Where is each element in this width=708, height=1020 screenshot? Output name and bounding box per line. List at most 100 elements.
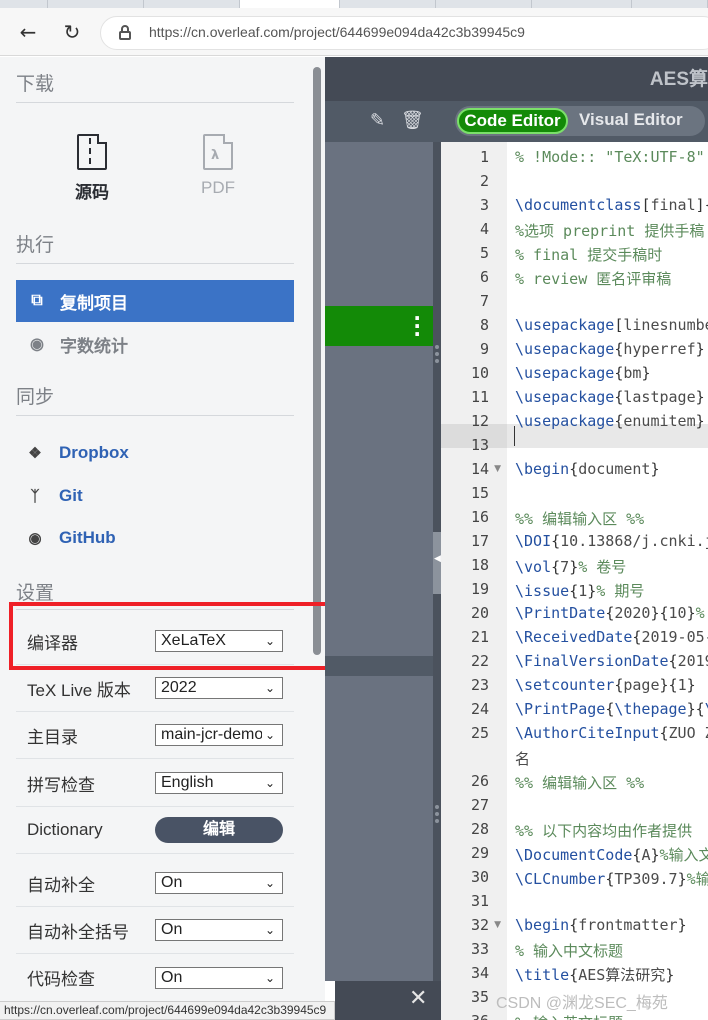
sync-github-button[interactable]: ◉ GitHub — [16, 520, 115, 556]
code-line[interactable]: \usepackage[linesnumbe — [515, 316, 708, 334]
code-line[interactable]: \DocumentCode{A}%输入文 — [515, 844, 708, 865]
line-number: 17 — [470, 532, 489, 550]
line-number: 30 — [470, 868, 489, 886]
panel-resizer[interactable]: ◀ — [433, 142, 441, 1020]
code-line[interactable]: \begin{document} — [515, 460, 660, 478]
code-line[interactable]: \vol{7}% 卷号 — [515, 556, 626, 577]
line-number: 27 — [470, 796, 489, 814]
close-icon[interactable]: ✕ — [409, 986, 427, 1011]
browser-tab[interactable] — [0, 0, 48, 8]
code-line[interactable]: \DOI{10.13868/j.cnki.j — [515, 532, 708, 550]
code-line[interactable]: \PrintDate{2020}{10}% — [515, 604, 705, 622]
browser-tab[interactable] — [436, 0, 532, 8]
chevron-down-icon: ⌄ — [262, 678, 278, 698]
code-line[interactable]: %选项 preprint 提供手稿 — [515, 220, 704, 241]
download-source-button[interactable]: 源码 — [52, 134, 132, 203]
line-number: 6 — [479, 268, 489, 286]
spell-check-select[interactable]: English ⌄ — [155, 772, 283, 794]
divider — [16, 609, 294, 610]
code-line[interactable]: \PrintPage{\thepage}{\ — [515, 700, 708, 718]
code-line[interactable]: \usepackage{enumitem} — [515, 412, 705, 430]
visual-editor-toggle[interactable]: Visual Editor — [579, 110, 683, 130]
code-editor[interactable]: % !Mode:: "TeX:UTF-8"\documentclass[fina… — [507, 142, 708, 1020]
code-line[interactable]: \issue{1}% 期号 — [515, 580, 644, 601]
sync-section-title: 同步 — [16, 387, 55, 408]
code-line[interactable]: % review 匿名评审稿 — [515, 268, 671, 289]
chevron-down-icon: ⌄ — [262, 631, 278, 651]
line-number-gutter: 1 2 3 4 5 6 7 8 9 10 11 12 13 14 ▼ 15 16 17 18 19 20 21 22 23 24… — [441, 142, 507, 1020]
main-document-select[interactable]: main-jcr-demo ⌄ — [155, 724, 283, 746]
collapse-panel-handle[interactable]: ◀ — [433, 532, 441, 594]
line-number: 7 — [479, 292, 489, 310]
browser-tab[interactable] — [144, 0, 240, 8]
code-line[interactable]: 名 — [515, 748, 530, 769]
download-pdf-button[interactable]: λ PDF — [178, 134, 258, 198]
texlive-version-value: 2022 — [161, 679, 197, 696]
trash-icon[interactable]: 🗑 — [401, 110, 424, 131]
main-document-value: main-jcr-demo — [161, 726, 264, 743]
line-number: 2 — [479, 172, 489, 190]
reload-button[interactable]: ↻ — [60, 20, 84, 44]
more-vertical-icon[interactable]: · · · — [413, 308, 421, 344]
code-line[interactable]: \usepackage{hyperref} — [515, 340, 705, 358]
line-number: 19 — [470, 580, 489, 598]
code-line[interactable]: \usepackage{lastpage} — [515, 388, 705, 406]
eye-icon: ◉ — [30, 336, 44, 353]
code-line[interactable]: \setcounter{page}{1} — [515, 676, 696, 694]
fold-arrow-icon[interactable]: ▼ — [494, 464, 501, 474]
code-line[interactable]: % 输入英文标题 — [515, 1012, 623, 1020]
file-outline — [325, 676, 433, 981]
code-line[interactable]: \begin{frontmatter} — [515, 916, 687, 934]
auto-close-brackets-select[interactable]: On ⌄ — [155, 919, 283, 941]
sync-dropbox-button[interactable]: ❖ Dropbox — [16, 435, 129, 471]
line-number: 21 — [470, 628, 489, 646]
menu-scrollbar[interactable] — [313, 67, 321, 655]
sync-git-button[interactable]: ᛉ Git — [16, 478, 82, 514]
editor-mode-toggle[interactable]: Code Editor Visual Editor — [455, 106, 705, 136]
pencil-icon[interactable]: ✎ — [370, 110, 385, 131]
line-number: 24 — [470, 700, 489, 718]
code-line[interactable]: % !Mode:: "TeX:UTF-8" — [515, 148, 705, 166]
code-line[interactable]: \usepackage{bm} — [515, 364, 650, 382]
code-line[interactable]: \documentclass[final]{ — [515, 196, 708, 214]
code-line[interactable]: %% 以下内容均由作者提供 — [515, 820, 692, 841]
line-number: 34 — [470, 964, 489, 982]
browser-toolbar: ← ↻ https://cn.overleaf.com/project/6446… — [0, 8, 708, 56]
browser-tab[interactable] — [48, 0, 144, 8]
file-archive-icon — [77, 134, 107, 170]
outline-header[interactable] — [325, 656, 433, 676]
browser-tab[interactable] — [632, 0, 708, 8]
download-source-label: 源码 — [75, 183, 109, 202]
word-count-button[interactable]: ◉ 字数统计 — [16, 323, 294, 365]
autocomplete-select[interactable]: On ⌄ — [155, 872, 283, 894]
compiler-select-value: XeLaTeX — [161, 632, 226, 649]
fold-arrow-icon[interactable]: ▼ — [494, 920, 501, 930]
code-line[interactable]: \FinalVersionDate{2019 — [515, 652, 708, 670]
code-line[interactable]: %% 编辑输入区 %% — [515, 508, 644, 529]
code-editor-toggle[interactable]: Code Editor — [457, 108, 568, 134]
code-line[interactable]: \title{AES算法研究} — [515, 964, 674, 985]
code-line[interactable]: \CLCnumber{TP309.7}%输 — [515, 868, 708, 889]
dictionary-edit-button[interactable]: 编辑 — [155, 817, 283, 843]
code-line[interactable]: \ReceivedDate{2019-05- — [515, 628, 708, 646]
code-line[interactable]: %% 编辑输入区 %% — [515, 772, 644, 793]
arrow-left-icon: ← — [19, 20, 37, 44]
setting-compiler: 编译器 XeLaTeX ⌄ — [16, 618, 294, 665]
texlive-version-select[interactable]: 2022 ⌄ — [155, 677, 283, 699]
setting-main-document-label: 主目录 — [27, 727, 78, 747]
copy-project-button[interactable]: ⧉ 复制项目 — [16, 280, 294, 322]
back-button[interactable]: ← — [16, 20, 40, 44]
copy-project-label: 复制项目 — [60, 293, 128, 313]
line-number: 31 — [470, 892, 489, 910]
code-line[interactable]: % 输入中文标题 — [515, 940, 623, 961]
browser-tab[interactable] — [532, 0, 632, 8]
file-tree-selected-item[interactable]: · · · — [325, 306, 433, 346]
address-bar[interactable]: https://cn.overleaf.com/project/644699e0… — [100, 16, 708, 50]
browser-tab[interactable] — [340, 0, 436, 8]
code-check-select[interactable]: On ⌄ — [155, 966, 283, 989]
browser-tab-active[interactable] — [240, 0, 340, 8]
code-line[interactable]: \AuthorCiteInput{ZUO Z — [515, 724, 708, 742]
compiler-select[interactable]: XeLaTeX ⌄ — [155, 630, 283, 652]
code-line[interactable]: % final 提交手稿时 — [515, 244, 662, 265]
line-number: 28 — [470, 820, 489, 838]
